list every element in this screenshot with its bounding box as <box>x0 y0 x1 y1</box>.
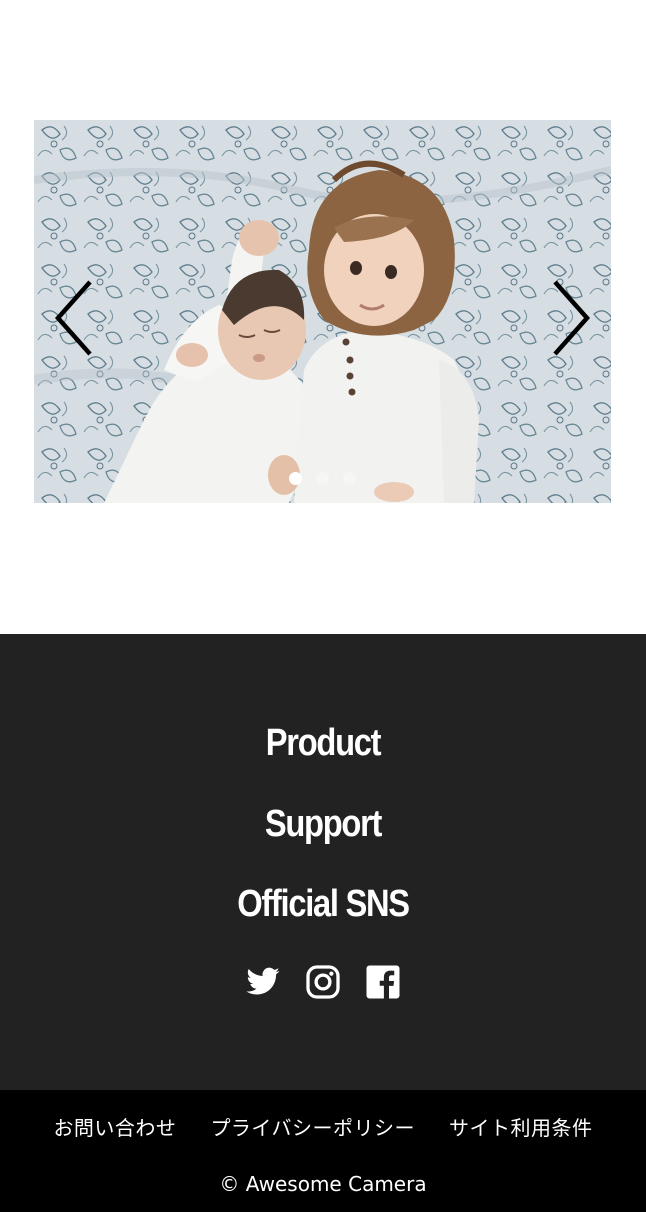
bottom-bar: お問い合わせ プライバシーポリシー サイト利用条件 © Awesome Came… <box>0 1090 646 1212</box>
terms-of-use-link[interactable]: サイト利用条件 <box>449 1112 593 1141</box>
slider-prev-button[interactable] <box>52 278 96 358</box>
instagram-icon[interactable] <box>305 964 341 1000</box>
legal-links: お問い合わせ プライバシーポリシー サイト利用条件 <box>0 1112 646 1141</box>
nav-official-sns-link[interactable]: Official SNS <box>45 882 601 926</box>
copyright-text: © Awesome Camera <box>219 1172 427 1196</box>
page: Product Support Official SNS お問い合わせ プライバ… <box>0 0 646 1212</box>
nav-support-link[interactable]: Support <box>45 802 601 846</box>
slider-pagination <box>34 472 611 486</box>
twitter-icon[interactable] <box>245 964 281 1000</box>
sns-icon-row <box>0 964 646 1000</box>
slider-dot-1[interactable] <box>289 472 302 485</box>
privacy-policy-link[interactable]: プライバシーポリシー <box>210 1112 415 1141</box>
nav-product-link[interactable]: Product <box>45 721 601 765</box>
slider-dot-3[interactable] <box>343 472 356 485</box>
hero-image <box>34 120 611 503</box>
hero-slider[interactable] <box>34 120 611 503</box>
facebook-icon[interactable] <box>365 964 401 1000</box>
chevron-left-icon <box>54 280 92 356</box>
contact-link[interactable]: お問い合わせ <box>53 1112 176 1141</box>
slider-next-button[interactable] <box>549 278 593 358</box>
slider-dot-2[interactable] <box>316 472 329 485</box>
footer-nav: Product Support Official SNS <box>0 634 646 1090</box>
chevron-right-icon <box>553 280 591 356</box>
